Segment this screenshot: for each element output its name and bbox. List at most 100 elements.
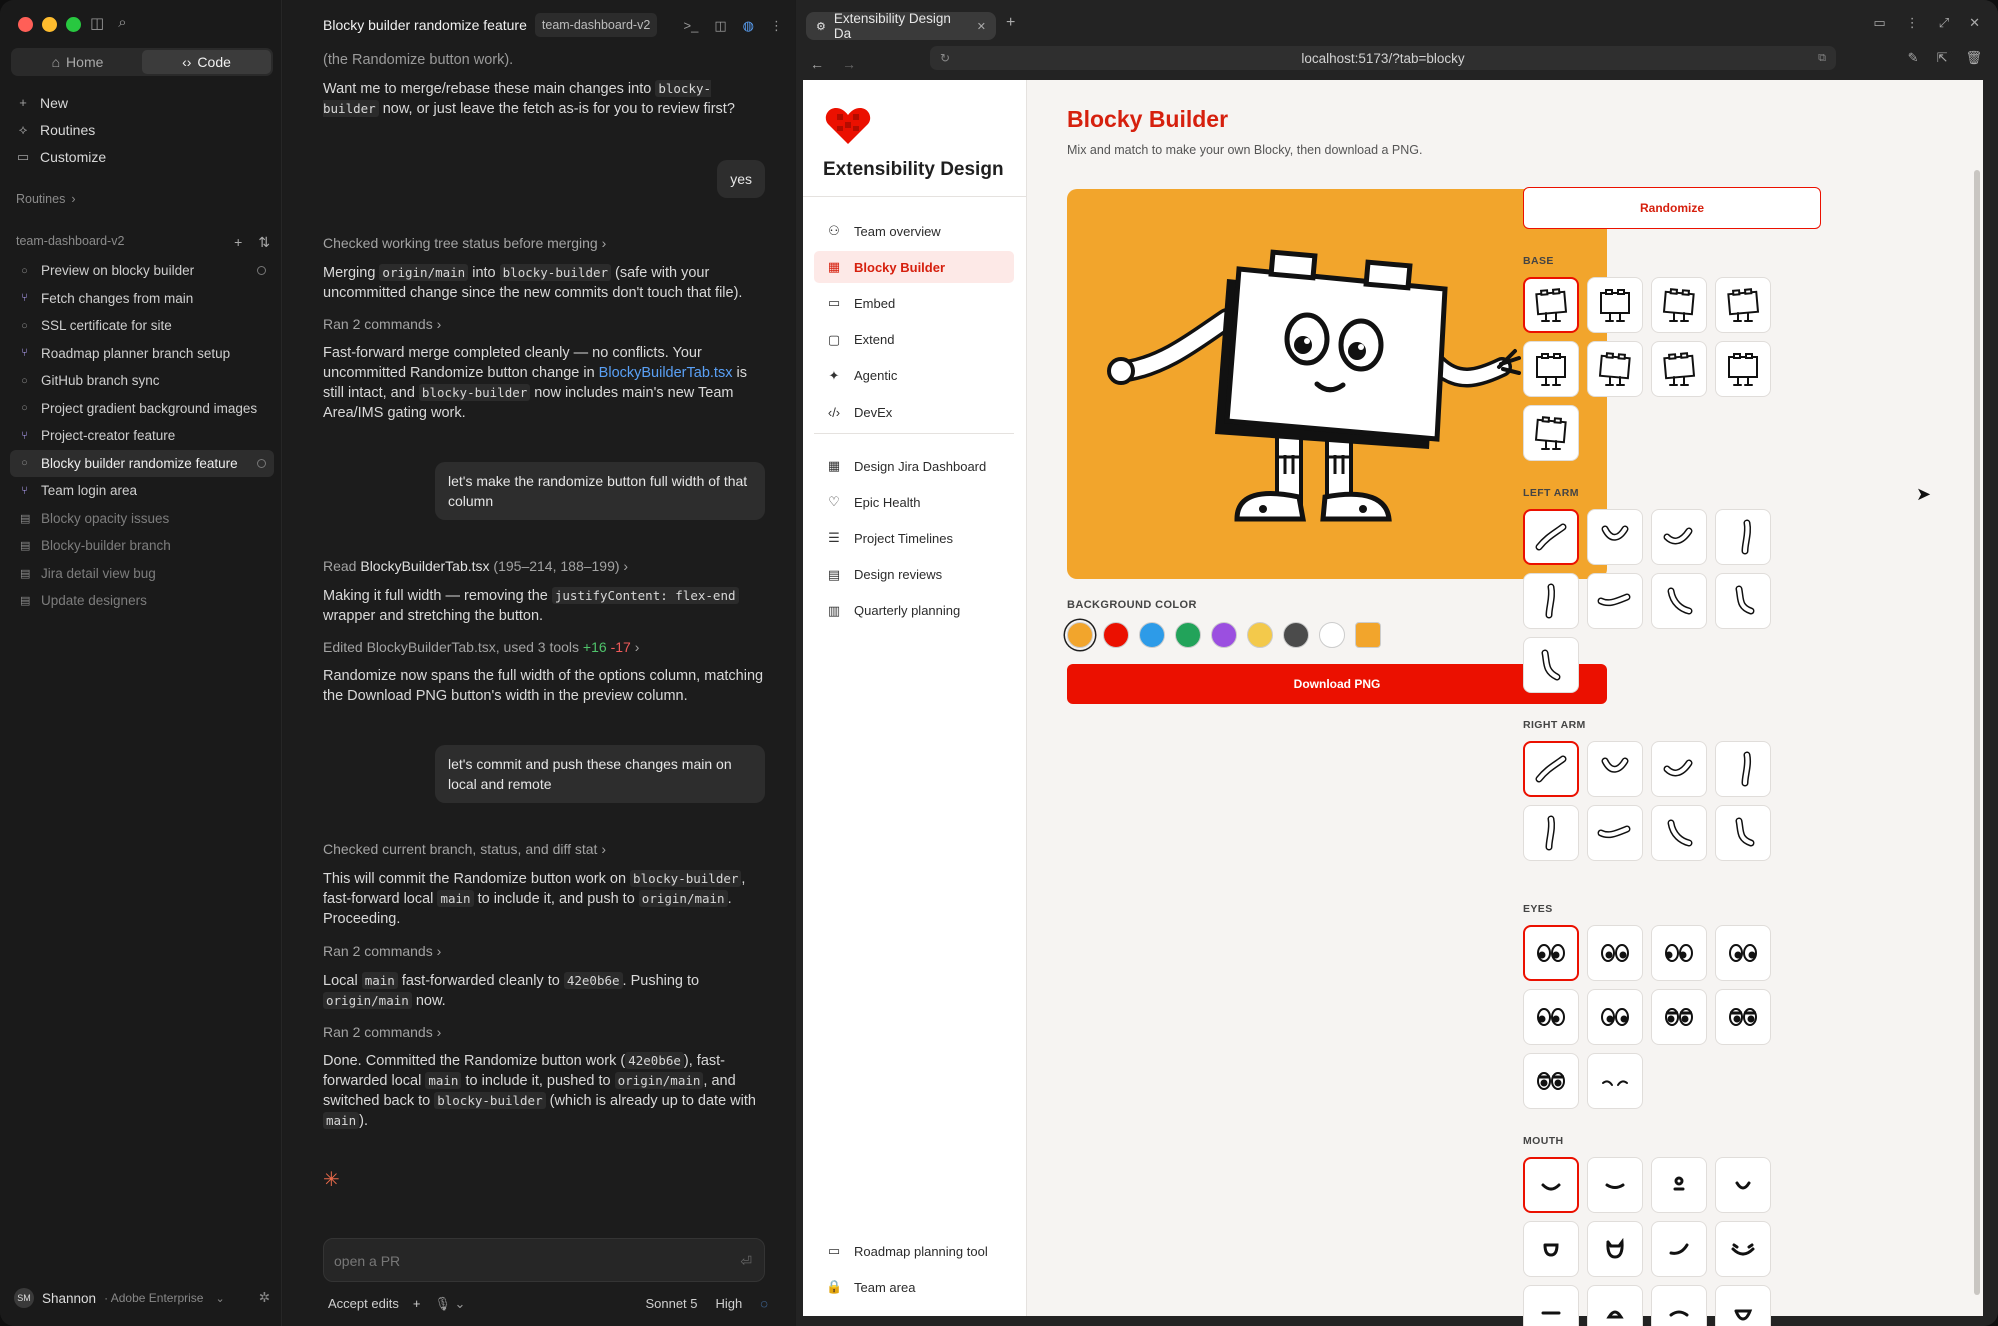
sidebar-toggle-icon[interactable]: ◫ bbox=[90, 14, 104, 32]
arm-option[interactable] bbox=[1523, 509, 1579, 565]
share-icon[interactable]: ⧉ bbox=[1818, 52, 1826, 65]
mouth-option[interactable] bbox=[1715, 1285, 1771, 1326]
more-icon[interactable]: ⋮ bbox=[1906, 15, 1919, 31]
session-item[interactable]: ⑂ Project-creator feature bbox=[10, 422, 274, 450]
mouth-option[interactable] bbox=[1523, 1157, 1579, 1213]
close-icon[interactable]: ✕ bbox=[1969, 15, 1980, 31]
mouth-option[interactable] bbox=[1651, 1221, 1707, 1277]
address-bar[interactable]: ↻ localhost:5173/?tab=blocky ⧉ bbox=[930, 46, 1836, 70]
eyes-option[interactable] bbox=[1651, 925, 1707, 981]
session-item[interactable]: ⑂ Roadmap planner branch setup bbox=[10, 340, 274, 368]
accept-edits-button[interactable]: Accept edits bbox=[328, 1294, 399, 1314]
eyes-option[interactable] bbox=[1587, 1053, 1643, 1109]
arm-option[interactable] bbox=[1651, 805, 1707, 861]
arm-option[interactable] bbox=[1651, 509, 1707, 565]
nav-item-design-jira-dashboard[interactable]: ▦ Design Jira Dashboard bbox=[814, 450, 1014, 482]
minimize-window-button[interactable] bbox=[42, 17, 57, 32]
color-swatch[interactable] bbox=[1067, 622, 1093, 648]
tool-step[interactable]: Ran 2 commands › bbox=[323, 314, 765, 334]
arm-option[interactable] bbox=[1523, 805, 1579, 861]
nav-item-epic-health[interactable]: ♡ Epic Health bbox=[814, 486, 1014, 518]
base-option[interactable] bbox=[1651, 341, 1707, 397]
sidebar-item-new[interactable]: + New bbox=[16, 89, 106, 116]
eyes-option[interactable] bbox=[1587, 989, 1643, 1045]
color-swatch[interactable] bbox=[1211, 622, 1237, 648]
sidebar-item-customize[interactable]: ▭ Customize bbox=[16, 143, 106, 170]
arm-option[interactable] bbox=[1587, 509, 1643, 565]
mouth-option[interactable] bbox=[1523, 1285, 1579, 1326]
mouth-option[interactable] bbox=[1715, 1157, 1771, 1213]
nav-item-roadmap-planning-tool[interactable]: ▭ Roadmap planning tool bbox=[814, 1235, 1014, 1267]
session-item[interactable]: ▤ Blocky opacity issues bbox=[10, 505, 274, 533]
terminal-icon[interactable]: >_ bbox=[684, 16, 699, 36]
session-item[interactable]: ○ Project gradient background images bbox=[10, 395, 274, 423]
trash-icon[interactable]: 🗑 bbox=[1965, 50, 1982, 66]
base-option[interactable] bbox=[1715, 341, 1771, 397]
mouth-option[interactable] bbox=[1587, 1221, 1643, 1277]
color-swatch[interactable] bbox=[1355, 622, 1381, 648]
sidebar-icon[interactable]: ▭ bbox=[1873, 15, 1885, 31]
arm-option[interactable] bbox=[1715, 741, 1771, 797]
edit-icon[interactable]: ✎ bbox=[1908, 50, 1919, 66]
nav-item-extend[interactable]: ▢ Extend bbox=[814, 324, 1014, 356]
base-option[interactable] bbox=[1523, 405, 1579, 461]
add-icon[interactable]: + bbox=[413, 1294, 421, 1314]
base-option[interactable] bbox=[1587, 277, 1643, 333]
user-menu[interactable]: SM Shannon · Adobe Enterprise ⌄ ✲ bbox=[14, 1288, 270, 1308]
arm-option[interactable] bbox=[1587, 741, 1643, 797]
expand-icon[interactable]: ⤢ bbox=[1939, 15, 1949, 31]
color-swatch[interactable] bbox=[1139, 622, 1165, 648]
color-swatch[interactable] bbox=[1175, 622, 1201, 648]
session-item[interactable]: ▤ Jira detail view bug bbox=[10, 560, 274, 588]
new-tab-icon[interactable]: + bbox=[1006, 14, 1015, 32]
arm-option[interactable] bbox=[1715, 509, 1771, 565]
arm-option[interactable] bbox=[1715, 805, 1771, 861]
eyes-option[interactable] bbox=[1651, 989, 1707, 1045]
arm-option[interactable] bbox=[1715, 573, 1771, 629]
session-item[interactable]: ⑂ Fetch changes from main bbox=[10, 285, 274, 313]
nav-item-design-reviews[interactable]: ▤ Design reviews bbox=[814, 559, 1014, 591]
color-swatch[interactable] bbox=[1103, 622, 1129, 648]
select-icon[interactable]: ⇱ bbox=[1937, 50, 1948, 66]
mouth-option[interactable] bbox=[1587, 1285, 1643, 1326]
session-item[interactable]: ▤ Blocky-builder branch bbox=[10, 532, 274, 560]
scrollbar[interactable] bbox=[1974, 170, 1980, 1295]
mic-icon[interactable]: 🎙 ⌄ bbox=[434, 1294, 465, 1314]
mouth-option[interactable] bbox=[1587, 1157, 1643, 1213]
branch-chip[interactable]: team-dashboard-v2 bbox=[534, 13, 658, 37]
arm-option[interactable] bbox=[1651, 573, 1707, 629]
tool-step[interactable]: Checked current branch, status, and diff… bbox=[323, 839, 765, 859]
session-item[interactable]: ○ GitHub branch sync bbox=[10, 367, 274, 395]
base-option[interactable] bbox=[1587, 341, 1643, 397]
nav-item-embed[interactable]: ▭ Embed bbox=[814, 287, 1014, 319]
send-icon[interactable]: ⏎ bbox=[740, 1251, 752, 1271]
randomize-button[interactable]: Randomize bbox=[1523, 187, 1821, 229]
arm-option[interactable] bbox=[1587, 805, 1643, 861]
model-selector[interactable]: Sonnet 5 bbox=[645, 1294, 697, 1314]
nav-item-quarterly-planning[interactable]: ▥ Quarterly planning bbox=[814, 595, 1014, 627]
color-swatch[interactable] bbox=[1319, 622, 1345, 648]
session-item[interactable]: ⑂ Team login area bbox=[10, 477, 274, 505]
routines-header[interactable]: Routines › bbox=[16, 192, 76, 206]
new-session-icon[interactable]: + bbox=[234, 234, 242, 251]
tool-step[interactable]: Ran 2 commands › bbox=[323, 1022, 765, 1042]
reload-icon[interactable]: ↻ bbox=[940, 51, 950, 65]
mouth-option[interactable] bbox=[1651, 1285, 1707, 1326]
close-window-button[interactable] bbox=[18, 17, 33, 32]
nav-item-team-overview[interactable]: ⚇ Team overview bbox=[814, 215, 1014, 247]
nav-item-project-timelines[interactable]: ☰ Project Timelines bbox=[814, 522, 1014, 554]
arm-option[interactable] bbox=[1523, 741, 1579, 797]
tool-step[interactable]: Read BlockyBuilderTab.tsx (195–214, 188–… bbox=[323, 556, 765, 576]
eyes-option[interactable] bbox=[1715, 925, 1771, 981]
maximize-window-button[interactable] bbox=[66, 17, 81, 32]
tool-step[interactable]: Checked working tree status before mergi… bbox=[323, 233, 765, 253]
tool-step[interactable]: Ran 2 commands › bbox=[323, 941, 765, 961]
code-tab[interactable]: ‹› Code bbox=[142, 50, 271, 74]
eyes-option[interactable] bbox=[1715, 989, 1771, 1045]
base-option[interactable] bbox=[1651, 277, 1707, 333]
color-swatch[interactable] bbox=[1247, 622, 1273, 648]
panel-icon[interactable]: ◫ bbox=[714, 16, 726, 36]
arm-option[interactable] bbox=[1523, 573, 1579, 629]
globe-icon[interactable]: ◍ bbox=[743, 16, 754, 36]
file-link[interactable]: BlockyBuilderTab.tsx bbox=[599, 365, 733, 381]
